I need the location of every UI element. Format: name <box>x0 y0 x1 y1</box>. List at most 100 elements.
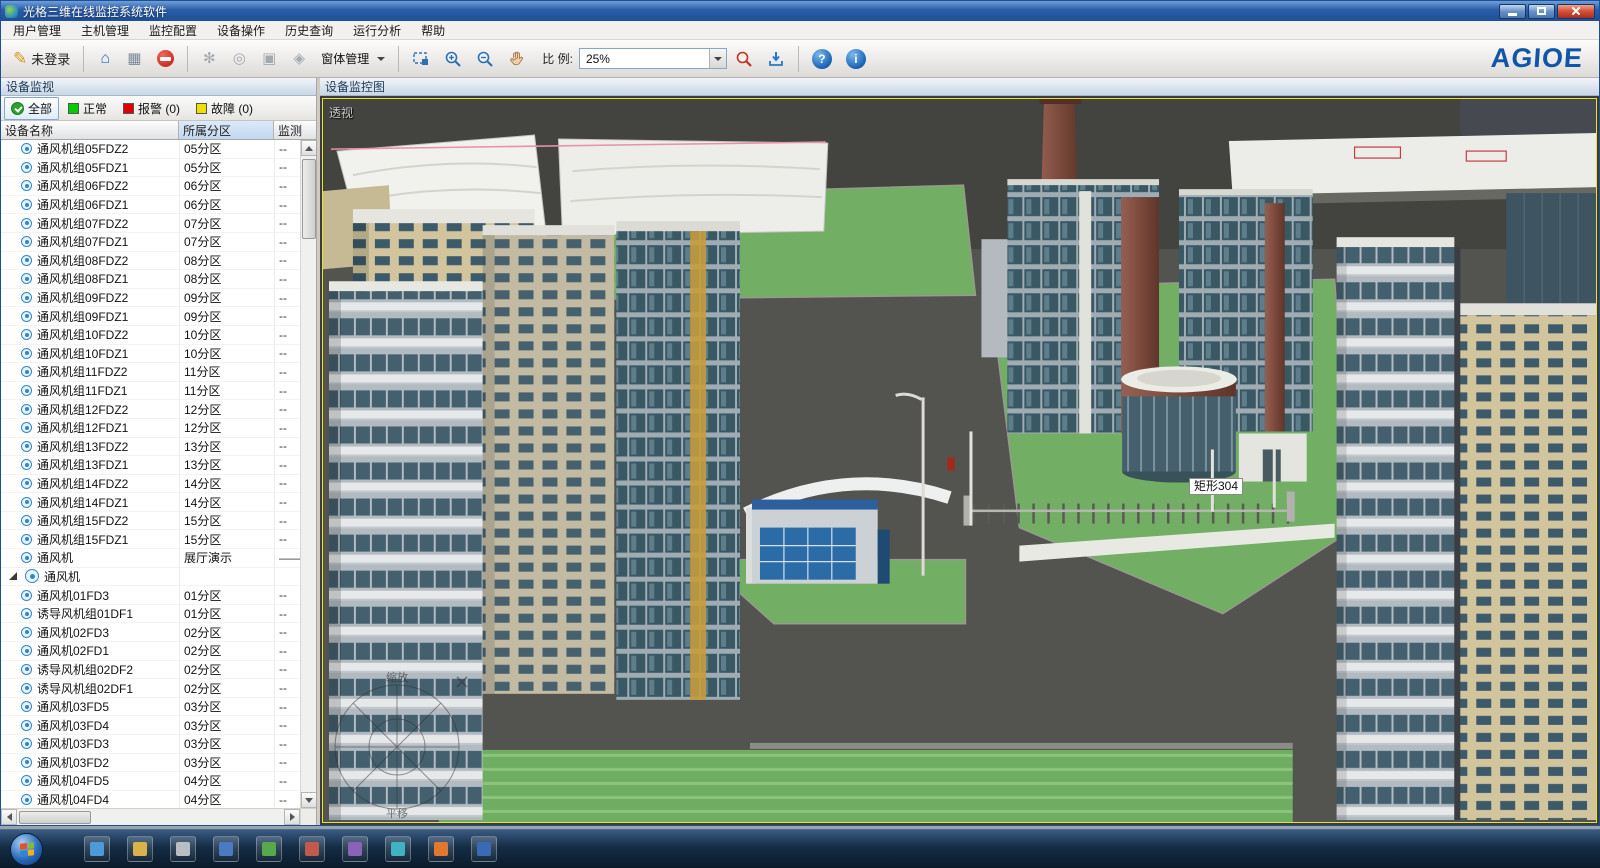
help-button[interactable]: ? <box>806 45 838 73</box>
table-row[interactable]: 通风机组12FDZ212分区-- <box>1 400 300 419</box>
taskbar-app-button[interactable] <box>299 836 325 862</box>
zone-cell: 10分区 <box>179 326 274 344</box>
zoom-out-button[interactable] <box>470 45 500 73</box>
table-row[interactable]: 诱导风机组01DF101分区-- <box>1 605 300 624</box>
fan-control-button[interactable]: ✻ <box>195 45 223 73</box>
taskbar-app-button[interactable] <box>342 836 368 862</box>
table-row[interactable]: 通风机组14FDZ214分区-- <box>1 475 300 494</box>
table-row[interactable]: 通风机组08FDZ208分区-- <box>1 252 300 271</box>
filter-button[interactable]: 故障 (0) <box>189 97 260 120</box>
table-row[interactable]: 通风机组10FDZ210分区-- <box>1 326 300 345</box>
table-row[interactable]: 通风机组08FDZ108分区-- <box>1 270 300 289</box>
export-button[interactable] <box>761 45 791 73</box>
table-row[interactable]: 通风机组10FDZ110分区-- <box>1 345 300 364</box>
scroll-up-button[interactable] <box>301 140 317 156</box>
3d-scene[interactable] <box>323 99 1596 822</box>
table-row[interactable]: 通风机03FD303分区-- <box>1 735 300 754</box>
zoom-in-button[interactable] <box>438 45 468 73</box>
taskbar-app-button[interactable] <box>256 836 282 862</box>
menu-item[interactable]: 主机管理 <box>71 20 139 41</box>
table-row[interactable]: 通风机组07FDZ207分区-- <box>1 214 300 233</box>
table-row[interactable]: 通风机组05FDZ105分区-- <box>1 159 300 178</box>
table-row[interactable]: 通风机02FD302分区-- <box>1 623 300 642</box>
scale-combobox[interactable]: 25% <box>579 48 727 69</box>
window-manage-button[interactable]: 窗体管理 <box>315 45 391 73</box>
column-header[interactable]: 监测 <box>274 121 316 139</box>
minimize-button[interactable] <box>1499 4 1526 19</box>
table-row[interactable]: 通风机组06FDZ206分区-- <box>1 177 300 196</box>
table-row[interactable]: 通风机组13FDZ113分区-- <box>1 456 300 475</box>
table-row[interactable]: 通风机04FD404分区-- <box>1 791 300 808</box>
taskbar-app-button[interactable] <box>213 836 239 862</box>
table-row[interactable]: 诱导风机组02DF102分区-- <box>1 679 300 698</box>
table-row[interactable]: 通风机03FD503分区-- <box>1 698 300 717</box>
filter-button[interactable]: 全部 <box>4 97 59 120</box>
table-row[interactable]: 通风机01FD301分区-- <box>1 586 300 605</box>
vertical-scroll-thumb[interactable] <box>302 159 316 239</box>
horizontal-scrollbar[interactable] <box>1 808 316 825</box>
combo-dropdown-button[interactable] <box>709 49 726 68</box>
3d-viewport[interactable]: 透视 矩形304 缩放 平移 <box>322 98 1597 823</box>
horizontal-scroll-thumb[interactable] <box>19 811 91 824</box>
column-header[interactable]: 设备名称 <box>1 121 179 139</box>
table-row[interactable]: 通风机组09FDZ109分区-- <box>1 307 300 326</box>
filter-button[interactable]: 正常 <box>61 97 114 120</box>
table-row[interactable]: 通风机04FD504分区-- <box>1 772 300 791</box>
extra-button[interactable]: ◈ <box>285 45 313 73</box>
frame-select-button[interactable] <box>406 45 436 73</box>
table-row[interactable]: 通风机组13FDZ213分区-- <box>1 438 300 457</box>
table-row[interactable]: 通风机组11FDZ111分区-- <box>1 382 300 401</box>
device-icon <box>21 311 32 322</box>
login-button[interactable]: ✎ 未登录 <box>7 45 76 73</box>
vertical-scrollbar[interactable] <box>300 140 316 808</box>
navigation-compass[interactable]: 缩放 平移 <box>322 667 477 819</box>
table-row[interactable]: 通风机组12FDZ112分区-- <box>1 419 300 438</box>
table-row[interactable]: 通风机03FD403分区-- <box>1 716 300 735</box>
table-row[interactable]: 通风机组09FDZ209分区-- <box>1 289 300 308</box>
menu-item[interactable]: 设备操作 <box>207 20 275 41</box>
table-row[interactable]: 通风机组15FDZ115分区-- <box>1 530 300 549</box>
box-button[interactable]: ▣ <box>255 45 283 73</box>
menu-item[interactable]: 用户管理 <box>3 20 71 41</box>
close-button[interactable] <box>1557 4 1595 19</box>
table-row[interactable]: 通风机02FD102分区-- <box>1 642 300 661</box>
layout-grid-button[interactable]: ▦ <box>121 45 149 73</box>
table-row[interactable]: 通风机组15FDZ215分区-- <box>1 512 300 531</box>
taskbar-app-button[interactable] <box>84 836 110 862</box>
taskbar-app-button[interactable] <box>471 836 497 862</box>
start-button[interactable] <box>10 833 43 866</box>
menu-item[interactable]: 监控配置 <box>139 20 207 41</box>
table-row[interactable]: 诱导风机组02DF202分区-- <box>1 661 300 680</box>
table-row[interactable]: 通风机组11FDZ211分区-- <box>1 363 300 382</box>
pan-button[interactable] <box>502 45 532 73</box>
column-header[interactable]: 所属分区 <box>179 121 274 139</box>
scroll-right-button[interactable] <box>284 809 300 825</box>
reset-zoom-button[interactable] <box>729 45 759 73</box>
table-row[interactable]: 通风机03FD203分区-- <box>1 754 300 773</box>
table-row[interactable]: 通风机组14FDZ114分区-- <box>1 493 300 512</box>
compass-pan-label[interactable]: 平移 <box>386 807 408 819</box>
menu-item[interactable]: 帮助 <box>411 20 455 41</box>
table-row[interactable]: 通风机组07FDZ107分区-- <box>1 233 300 252</box>
table-row[interactable]: 通风机组06FDZ106分区-- <box>1 196 300 215</box>
stop-button[interactable] <box>151 45 180 73</box>
compass-zoom-label[interactable]: 缩放 <box>386 670 408 684</box>
maximize-button[interactable] <box>1528 4 1555 19</box>
disc-button[interactable]: ◎ <box>225 45 253 73</box>
taskbar-app-button[interactable] <box>385 836 411 862</box>
taskbar-app-button[interactable] <box>170 836 196 862</box>
table-row[interactable]: 通风机组05FDZ205分区-- <box>1 140 300 159</box>
filter-button[interactable]: 报警 (0) <box>116 97 187 120</box>
info-button[interactable]: i <box>840 45 872 73</box>
scroll-down-button[interactable] <box>301 792 317 808</box>
taskbar-app-button[interactable] <box>127 836 153 862</box>
scroll-left-button[interactable] <box>1 809 17 825</box>
taskbar-app-button[interactable] <box>428 836 454 862</box>
home-button[interactable]: ⌂ <box>91 45 119 73</box>
object-annotation[interactable]: 矩形304 <box>1189 478 1243 495</box>
table-row[interactable]: 通风机 <box>1 568 300 587</box>
menu-item[interactable]: 运行分析 <box>343 20 411 41</box>
table-row[interactable]: 通风机展厅演示—— <box>1 549 300 568</box>
expander-icon[interactable] <box>9 572 17 580</box>
menu-item[interactable]: 历史查询 <box>275 20 343 41</box>
